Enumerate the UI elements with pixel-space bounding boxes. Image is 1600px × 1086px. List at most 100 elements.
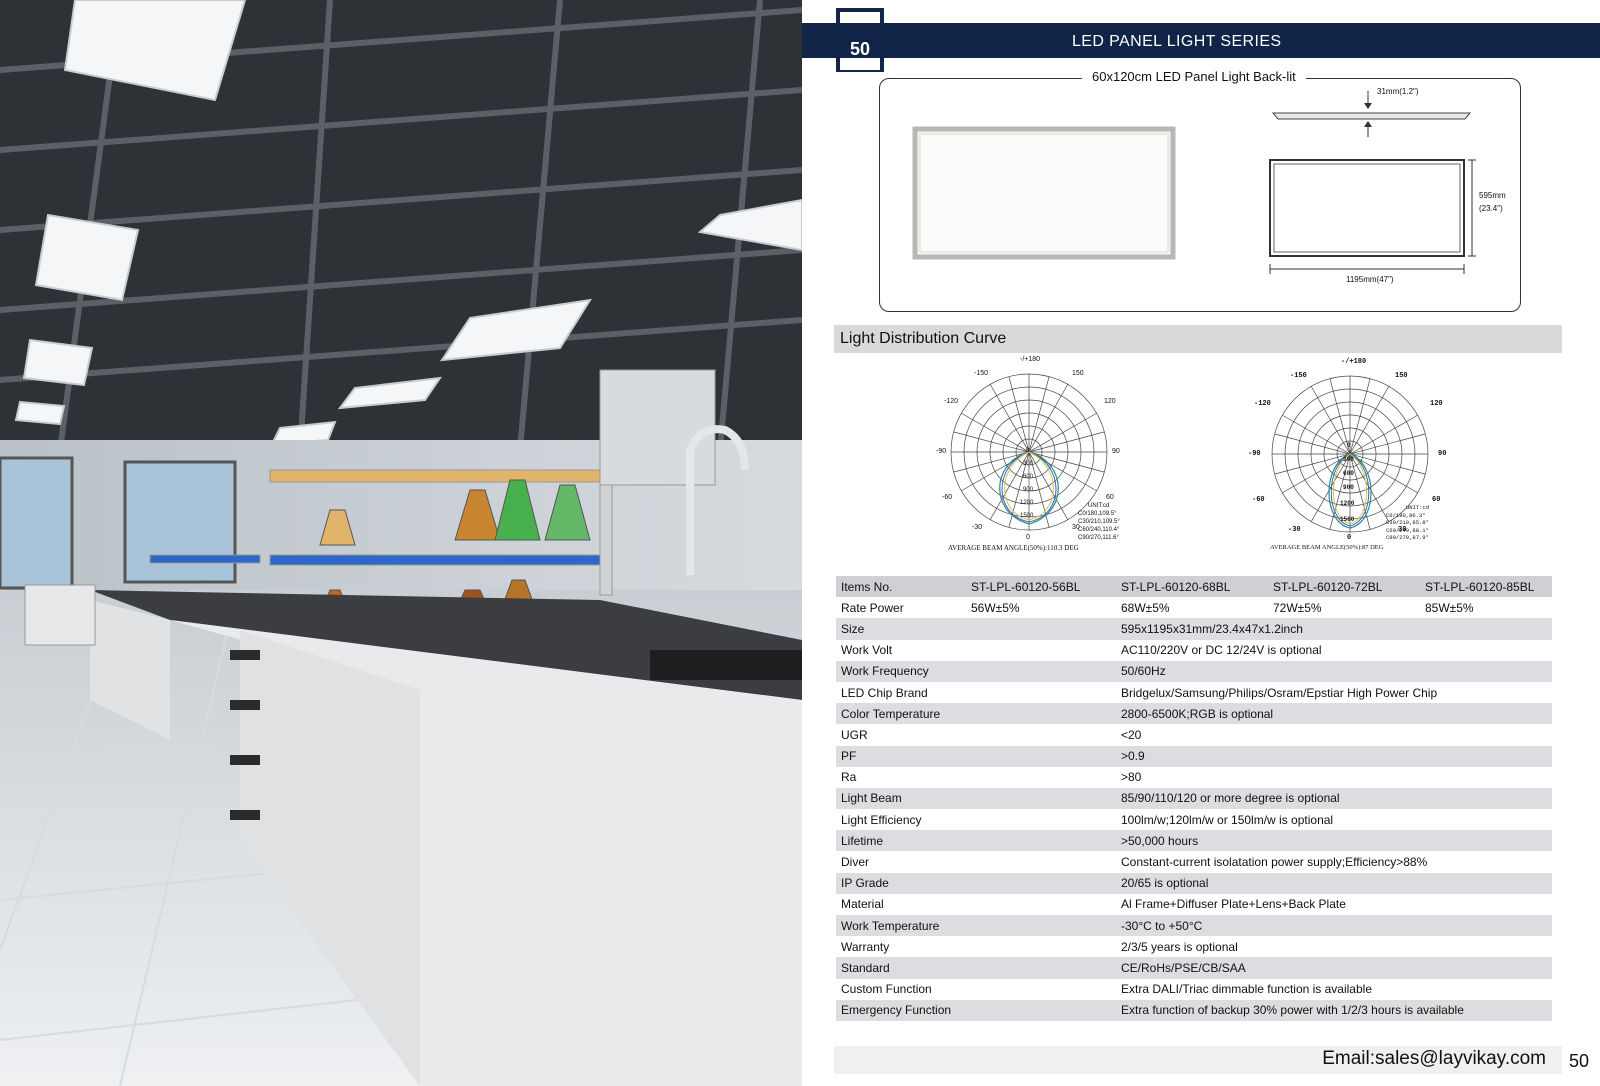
table-cell: Size [836,618,966,640]
table-row: Work Frequency 50/60Hz [836,660,1552,682]
table-row: Lifetime >50,000 hours [836,830,1552,852]
table-cell: Diver [841,855,870,870]
table-row: Material Al Frame+Diffuser Plate+Lens+Bac… [836,894,1552,915]
angle-label: 60 [1432,496,1441,504]
radial-label: 900 [1023,487,1034,493]
legend-item: C0/180,86.3° [1386,511,1426,519]
legend-item: C60/240,110.4° [1078,527,1120,533]
spec-table: Items No. ST-LPL-60120-56BL ST-LPL-60120… [836,576,1552,1021]
radial-label: 0 [1026,448,1030,454]
table-cell: LED Chip Brand [841,685,928,700]
table-cell: Emergency Function [836,999,966,1021]
table-header-row: Items No. ST-LPL-60120-56BL ST-LPL-60120… [836,576,1552,598]
table-cell: 68W±5% [1121,600,1170,615]
table-cell: CE/RoHs/PSE/CB/SAA [1116,957,1552,979]
height-label: 595mm [1479,191,1506,200]
legend-item: C90/270,111.6° [1078,535,1119,541]
table-cell: 72W±5% [1273,600,1322,615]
polar-caption: AVERAGE BEAM ANGLE(50%):110.3 DEG [948,544,1079,552]
radial-label: 1500 [1020,513,1034,519]
radial-label: 0 [1347,442,1351,449]
legend-item: C30/210,109.5° [1078,519,1120,525]
table-cell: 56W±5% [971,600,1020,615]
thickness-label: 31mm(1.2") [1377,87,1419,96]
angle-label: 90 [1438,450,1447,458]
laboratory-photo [0,0,802,1086]
table-row: Color Temperature 2800-6500K;RGB is optio… [836,703,1552,725]
angle-label: 150 [1072,370,1084,377]
angle-label: -60 [942,494,953,501]
table-row: Standard CE/RoHs/PSE/CB/SAA [836,957,1552,979]
table-row: IP Grade 20/65 is optional [836,872,1552,894]
legend-item: C90/270,87.9° [1386,534,1429,541]
angle-label: -60 [1252,496,1265,504]
page-number: 50 [849,39,871,59]
angle-label: -90 [1248,450,1261,458]
table-cell: Work Temperature [836,915,966,937]
table-row: Ra >80 [836,767,1552,788]
radial-label: 600 [1343,470,1354,477]
legend-item: C30/210,85.8° [1386,519,1429,526]
footer-bar: Email:sales@layvikay.com [834,1046,1562,1074]
angle-label: -150 [974,370,989,377]
angle-label: -30 [972,524,983,531]
table-row: Work Volt AC110/220V or DC 12/24V is opti… [836,640,1552,661]
table-cell: Warranty [841,939,890,954]
angle-label: 150 [1395,372,1408,380]
table-cell: 100lm/w;120lm/w or 150lm/w is optional [1121,812,1334,827]
table-cell: >80 [1121,770,1142,785]
angle-label: -120 [944,398,959,405]
angle-label: 0 [1026,534,1030,541]
table-cell: Standard [836,957,966,979]
table-cell: Rate Power [841,600,904,615]
table-row: Warranty 2/3/5 years is optional [836,936,1552,957]
polar-chart-1: -/+180 -150 150 -120 120 -90 90 -60 60 -… [922,356,1142,562]
table-row: Size 595x1195x31mm/23.4x47x1.2inch [836,618,1552,640]
table-cell: Custom Function [841,982,932,997]
radial-label: 1200 [1340,500,1355,507]
angle-label: -30 [1288,526,1301,534]
table-cell: 595x1195x31mm/23.4x47x1.2inch [1116,618,1552,640]
contact-email[interactable]: Email:sales@layvikay.com [1322,1048,1546,1070]
table-cell: Bridgelux/Samsung/Philips/Osram/Epstiar … [1121,685,1438,700]
table-cell: 50/60Hz [1116,660,1552,682]
table-cell: AC110/220V or DC 12/24V is optional [1121,643,1322,658]
radial-label: 600 [1023,474,1034,480]
footer-page-number: 50 [1569,1051,1590,1071]
polar-chart-2: -/+180 -150 150 -120 120 -90 90 -60 60 -… [1240,358,1460,562]
table-cell: ST-LPL-60120-56BL [966,576,1116,598]
radial-label: 300 [1023,461,1034,467]
product-title: 60x120cm LED Panel Light Back-lit [1082,69,1306,84]
table-cell: PF [836,745,966,767]
table-cell: Work Frequency [836,660,966,682]
table-cell: 2/3/5 years is optional [1121,939,1238,954]
table-cell: >50,000 hours [1116,830,1552,852]
angle-label: -120 [1254,400,1271,408]
table-cell: >0.9 [1116,745,1552,767]
table-cell: -30°C to +50°C [1116,915,1552,937]
polar-legend: UNIT:cd C0/180,109.5° C30/210,109.5° C60… [1078,502,1120,542]
table-row: Emergency Function Extra function of back… [836,999,1552,1021]
table-cell: Light Beam [836,787,966,810]
table-cell: ST-LPL-60120-85BL [1420,576,1552,598]
angle-label: -/+180 [1341,358,1367,366]
table-row: PF >0.9 [836,745,1552,767]
polar-caption: AVERAGE BEAM ANGLE(50%):87 DEG [1270,544,1384,551]
table-cell: Extra function of backup 30% power with … [1116,999,1552,1021]
legend-item: UNIT:cd [1406,504,1430,511]
table-row: Work Temperature -30°C to +50°C [836,915,1552,937]
angle-label: -90 [936,448,947,455]
table-row: Rate Power 56W±5% 68W±5% 72W±5% 85W±5% [836,597,1552,618]
legend-item: C60/240,88.1° [1386,526,1429,534]
table-cell: <20 [1121,727,1142,742]
table-row: Diver Constant-current isolatation power … [836,851,1552,872]
angle-label: 60 [1106,494,1114,501]
table-cell: Lifetime [836,830,966,852]
radial-label: 1500 [1340,516,1355,523]
polar-legend: UNIT:cd C0/180,86.3° C30/210,85.8° C60/2… [1386,504,1429,542]
table-cell: Light Efficiency [841,812,922,827]
width-label: 1195mm(47") [1346,275,1394,284]
table-cell: IP Grade [836,872,966,894]
height-inch-label: (23.4") [1479,204,1503,213]
table-cell: Material [841,897,884,912]
